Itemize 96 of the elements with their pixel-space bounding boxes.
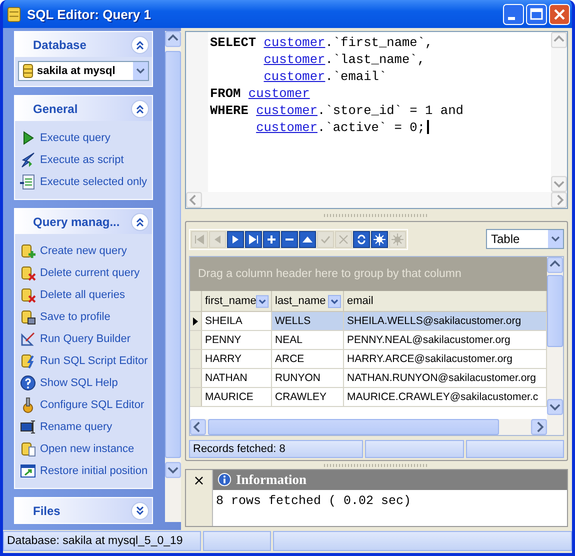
- splitter-grip[interactable]: [324, 464, 429, 466]
- sidebar-link[interactable]: Run Query Builder: [40, 333, 130, 345]
- database-icon: [7, 6, 21, 22]
- lightning-icon[interactable]: [20, 152, 36, 168]
- scroll-up-button[interactable]: [165, 31, 181, 47]
- code-line: customer.`active` = 0;: [255, 119, 426, 136]
- sidebar-link[interactable]: Execute query: [40, 132, 110, 144]
- database-lightning-icon[interactable]: [20, 353, 36, 369]
- asterisk-icon[interactable]: [371, 230, 388, 248]
- code-line: customer.`email`: [262, 68, 387, 85]
- scroll-down-button[interactable]: [547, 399, 563, 415]
- scroll-left-button[interactable]: [186, 192, 202, 208]
- sidebar-link[interactable]: Save to profile: [40, 311, 110, 323]
- filter-dropdown-button[interactable]: [256, 294, 269, 308]
- window-title: SQL Editor: Query 1: [27, 6, 152, 22]
- scroll-right-button[interactable]: [551, 192, 567, 208]
- document-icon[interactable]: [20, 174, 36, 190]
- column-title: last_name: [275, 295, 326, 307]
- sidebar-link[interactable]: Configure SQL Editor: [40, 399, 144, 411]
- scrollbar-thumb[interactable]: [208, 419, 499, 435]
- code-line: WHERE customer.`store_id` = 1 and: [210, 102, 464, 119]
- column-header[interactable]: first_name: [202, 291, 272, 311]
- maximize-button[interactable]: [526, 4, 547, 24]
- close-button[interactable]: ×: [191, 472, 207, 490]
- sidebar-link[interactable]: Rename query: [40, 421, 112, 433]
- sidebar-link[interactable]: Delete current query: [40, 267, 140, 279]
- scrollbar[interactable]: [547, 257, 563, 435]
- scrollbar[interactable]: [186, 192, 567, 208]
- sql-editor[interactable]: SELECT customer.`first_name`, customer.`last_name`, customer.`email` FROM customer WHERE customer.`store_id` = 1 and customer.`active` = 0;: [185, 31, 568, 209]
- code-line: SELECT customer.`first_name`,: [210, 34, 433, 51]
- records-count: Records fetched: 8: [189, 440, 363, 458]
- row-indicator[interactable]: [190, 312, 202, 330]
- collapse-button[interactable]: [131, 212, 149, 230]
- help-icon[interactable]: [20, 375, 36, 391]
- message-text: 8 rows fetched ( 0.02 sec): [213, 490, 567, 526]
- text-cursor: [427, 120, 430, 134]
- scroll-down-button[interactable]: [165, 462, 181, 478]
- panel-title: Information: [236, 472, 306, 488]
- current-row-icon: [193, 316, 198, 326]
- scrollbar-thumb[interactable]: [547, 275, 563, 347]
- panel-title: Files: [33, 504, 62, 518]
- table-cell: SHEILA.WELLS@sakilacustomer.org: [344, 312, 547, 330]
- scrollbar-thumb[interactable]: [165, 51, 181, 458]
- view-select[interactable]: Table: [486, 229, 564, 249]
- minus-icon[interactable]: [281, 230, 298, 248]
- status-panel: [203, 531, 271, 551]
- panel-title: General: [33, 102, 79, 116]
- expand-button[interactable]: [131, 502, 149, 520]
- dropdown-button[interactable]: [133, 62, 148, 80]
- window-icon[interactable]: [20, 419, 36, 435]
- collapse-button[interactable]: [131, 100, 149, 118]
- scroll-up-button[interactable]: [547, 257, 563, 273]
- next-icon[interactable]: [227, 230, 244, 248]
- sidebar-link[interactable]: Restore initial position: [40, 465, 148, 477]
- table-cell: ARCE: [272, 350, 344, 368]
- database-save-icon[interactable]: [20, 309, 36, 325]
- database-document-icon[interactable]: [20, 441, 36, 457]
- dropdown-button[interactable]: [548, 230, 563, 248]
- database-icon: [23, 64, 33, 78]
- info-icon: [217, 472, 232, 488]
- knob-icon[interactable]: [20, 397, 36, 413]
- sidebar-link[interactable]: Show SQL Help: [40, 377, 118, 389]
- sidebar-link[interactable]: Create new query: [40, 245, 127, 257]
- database-delete-icon[interactable]: [20, 265, 36, 281]
- minimize-button[interactable]: [503, 4, 524, 24]
- scroll-up-button[interactable]: [551, 32, 567, 48]
- scroll-left-button[interactable]: [190, 419, 206, 435]
- plus-icon[interactable]: [263, 230, 280, 248]
- scroll-down-button[interactable]: [551, 176, 567, 192]
- code-line: customer.`last_name`,: [262, 51, 426, 68]
- scroll-right-button[interactable]: [531, 419, 547, 435]
- database-delete-icon[interactable]: [20, 287, 36, 303]
- sidebar-link[interactable]: Execute selected only: [40, 176, 148, 188]
- sidebar-link[interactable]: Run SQL Script Editor: [40, 355, 148, 367]
- filter-dropdown-button[interactable]: [328, 294, 341, 308]
- scrollbar[interactable]: [551, 32, 567, 192]
- close-button[interactable]: [549, 4, 570, 24]
- table-cell: WELLS: [272, 312, 344, 330]
- splitter-grip[interactable]: [324, 214, 429, 216]
- sidebar-link[interactable]: Delete all queries: [40, 289, 125, 301]
- column-header[interactable]: last_name: [272, 291, 344, 311]
- database-select[interactable]: sakila at mysql: [18, 61, 149, 81]
- database-add-icon[interactable]: [20, 243, 36, 259]
- code-line: FROM customer: [210, 85, 310, 102]
- sidebar-link[interactable]: Execute as script: [40, 154, 124, 166]
- last-record-icon[interactable]: [245, 230, 262, 248]
- column-title: first_name: [205, 295, 256, 307]
- scrollbar[interactable]: [165, 31, 181, 522]
- status-text: Database: sakila at mysql_5_0_19: [3, 531, 201, 551]
- sidebar-link[interactable]: Open new instance: [40, 443, 134, 455]
- panel-title: Database: [33, 38, 88, 52]
- panel-title: Query manag...: [33, 214, 121, 228]
- scrollbar[interactable]: [190, 419, 547, 435]
- collapse-button[interactable]: [131, 36, 149, 54]
- refresh-icon[interactable]: [353, 230, 370, 248]
- column-title: email: [347, 295, 374, 307]
